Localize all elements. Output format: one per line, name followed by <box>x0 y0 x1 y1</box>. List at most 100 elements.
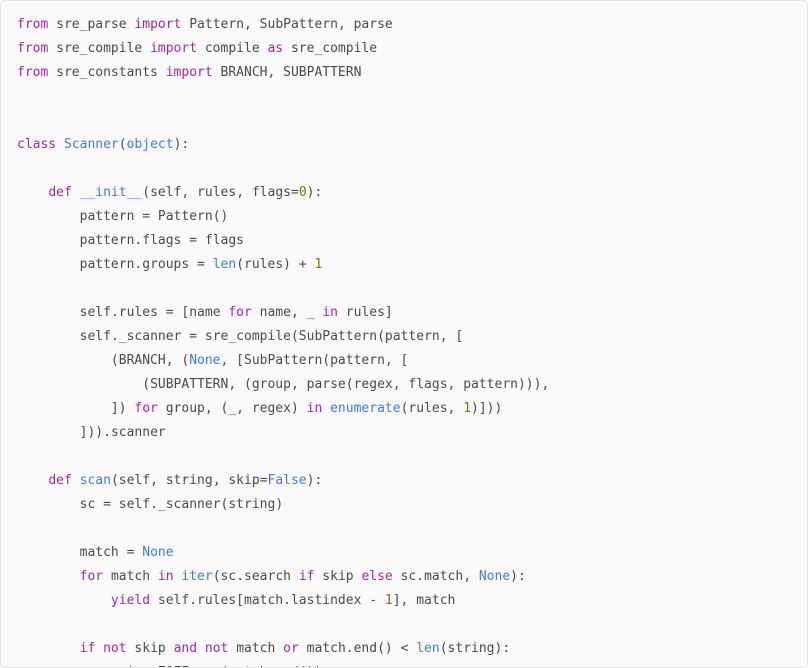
var: name <box>189 305 220 320</box>
call: SubPattern <box>244 353 322 368</box>
param: flags <box>252 185 291 200</box>
attr: flags <box>142 233 181 248</box>
call: sre_compile <box>205 329 291 344</box>
kw-from: from <box>17 17 48 32</box>
param: rules <box>197 185 236 200</box>
var: skip <box>134 641 165 656</box>
name: BRANCH <box>221 65 268 80</box>
kw-from: from <box>17 41 48 56</box>
op: - <box>369 593 377 608</box>
arg: group <box>252 377 291 392</box>
self: self <box>80 305 111 320</box>
kw-for: for <box>134 401 157 416</box>
self: self <box>158 593 189 608</box>
var: match <box>236 641 275 656</box>
arg: pattern <box>463 377 518 392</box>
comma: , <box>267 65 275 80</box>
name: SUBPATTERN <box>283 65 361 80</box>
num: 1 <box>385 593 393 608</box>
obj: sc <box>401 569 417 584</box>
call: end <box>354 641 377 656</box>
base: object <box>127 137 174 152</box>
kw-import: import <box>134 17 181 32</box>
op: + <box>299 257 307 272</box>
none: None <box>479 569 510 584</box>
var: match <box>307 641 346 656</box>
name: parse <box>354 17 393 32</box>
module: sre_parse <box>56 17 126 32</box>
attr: rules <box>119 305 158 320</box>
kw-if: if <box>299 569 315 584</box>
builtin: len <box>416 641 439 656</box>
var: regex <box>252 401 291 416</box>
const: SUBPATTERN <box>150 377 228 392</box>
kw-for: for <box>80 569 103 584</box>
attr: search <box>244 569 291 584</box>
builtin: iter <box>181 569 212 584</box>
const: BRANCH <box>119 353 166 368</box>
code-content: from sre_parse import Pattern, SubPatter… <box>17 13 791 668</box>
op: < <box>401 641 409 656</box>
module: sre_compile <box>56 41 142 56</box>
call: parse <box>307 377 346 392</box>
kw-in: in <box>307 401 323 416</box>
kw-from: from <box>17 65 48 80</box>
attr: rules <box>197 593 236 608</box>
var: sc <box>80 497 96 512</box>
fn-name: scan <box>80 473 111 488</box>
code-block: from sre_parse import Pattern, SubPatter… <box>0 0 808 668</box>
attr: _scanner <box>158 497 221 512</box>
name: SubPattern <box>260 17 338 32</box>
var: skip <box>322 569 353 584</box>
attr: scanner <box>111 425 166 440</box>
arg: flags <box>408 377 447 392</box>
kw-def: def <box>48 185 71 200</box>
attr: groups <box>142 257 189 272</box>
arg: pattern <box>330 353 385 368</box>
var: match <box>80 545 119 560</box>
var: pattern <box>80 209 135 224</box>
const: False <box>268 473 307 488</box>
num: 0 <box>299 185 307 200</box>
var: pattern <box>80 233 135 248</box>
builtin: len <box>213 257 236 272</box>
var: flags <box>205 233 244 248</box>
kw-else: else <box>361 569 392 584</box>
name: compile <box>205 41 260 56</box>
none: None <box>189 353 220 368</box>
kw-import: import <box>150 41 197 56</box>
num: 1 <box>463 401 471 416</box>
arg: string <box>448 641 495 656</box>
kw-in: in <box>322 305 338 320</box>
arg: regex <box>354 377 393 392</box>
comma: , <box>244 17 252 32</box>
kw-class: class <box>17 137 56 152</box>
param: skip <box>228 473 259 488</box>
kw-yield: yield <box>111 593 150 608</box>
var: match <box>416 593 455 608</box>
param: string <box>166 473 213 488</box>
kw-and: and <box>174 641 197 656</box>
attr: match <box>424 569 463 584</box>
arg: pattern <box>385 329 440 344</box>
comma: , <box>338 17 346 32</box>
var: match <box>111 569 150 584</box>
param: self <box>119 473 150 488</box>
builtin: enumerate <box>330 401 400 416</box>
var: match <box>244 593 283 608</box>
kw-in: in <box>158 569 174 584</box>
var: pattern <box>80 257 135 272</box>
attr: lastindex <box>291 593 361 608</box>
underscore: _ <box>307 305 315 320</box>
name: Pattern <box>189 17 244 32</box>
kw-not: not <box>205 641 228 656</box>
module: sre_constants <box>56 65 158 80</box>
fn-name: __init__ <box>80 185 143 200</box>
class-name: Scanner <box>64 137 119 152</box>
kw-or: or <box>283 641 299 656</box>
kw-if: if <box>80 641 96 656</box>
kw-for: for <box>228 305 251 320</box>
call: SubPattern <box>299 329 377 344</box>
num: 1 <box>314 257 322 272</box>
kw-def: def <box>48 473 71 488</box>
